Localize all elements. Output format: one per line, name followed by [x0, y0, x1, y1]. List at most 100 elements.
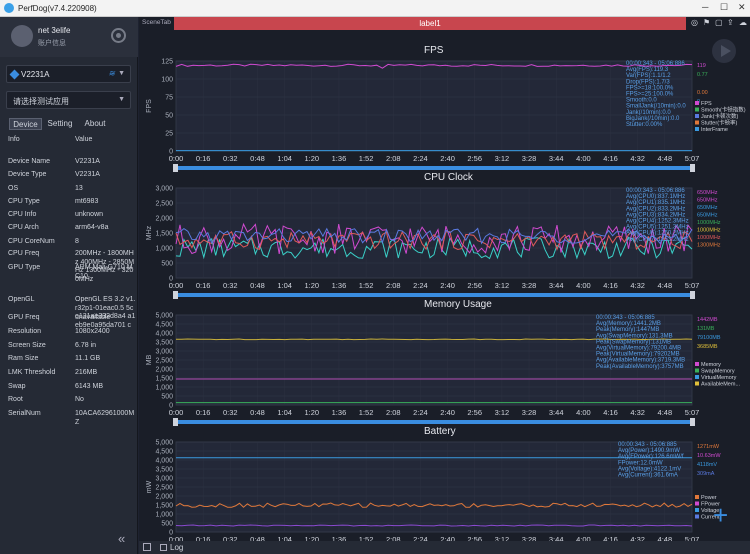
play-button[interactable] — [712, 39, 736, 63]
charts-area: FPS0255075100125FPS0:00 0:16 0:32 0:48 1:04 1… — [146, 45, 746, 541]
log-label: Log — [170, 543, 184, 552]
user-panel: net 3elife 账户信息 — [0, 17, 138, 57]
x-tick-label: 2:56 — [467, 154, 482, 163]
avatar[interactable] — [11, 25, 33, 47]
legend-swatch — [695, 107, 699, 112]
legend-swatch — [695, 120, 699, 125]
tab-about[interactable]: About — [79, 118, 111, 130]
close-icon[interactable]: ✕ — [738, 2, 746, 13]
current-value: 1000MHz — [697, 228, 721, 234]
readout-line: Peak(AvailableMemory):3757MB — [596, 364, 684, 370]
chevron-down-icon: ▼ — [118, 96, 125, 103]
x-tick-label: 2:08 — [386, 408, 401, 417]
current-value: 650MHz — [697, 213, 718, 219]
x-tick-label: 1:36 — [332, 408, 347, 417]
info-key: Info — [8, 136, 20, 143]
info-key: SerialNum — [8, 410, 41, 417]
y-tick-label: 3,500 — [155, 340, 173, 347]
chevron-down-icon: ▼ — [118, 70, 125, 77]
current-value: 1000MHz — [697, 220, 721, 226]
x-tick-label: 0:48 — [250, 408, 265, 417]
label-bar[interactable]: label1 — [174, 17, 686, 30]
readout-line: Avg(Power):1490.9mW — [618, 448, 680, 454]
log-checkbox[interactable] — [160, 544, 167, 551]
x-tick-label: 0:32 — [223, 154, 238, 163]
x-tick-label: 0:00 — [169, 408, 184, 417]
x-tick-label: 2:08 — [386, 281, 401, 290]
readout-line: Avg(Current):361.6mA — [618, 473, 678, 479]
chat-icon[interactable]: ▢ — [715, 18, 723, 27]
legend-swatch — [695, 514, 699, 519]
y-axis-label: FPS — [146, 99, 153, 113]
y-tick-label: 3,000 — [155, 186, 173, 193]
info-key: CPU Freq — [8, 250, 40, 257]
x-tick-label: 1:04 — [277, 281, 292, 290]
chart-title: Battery — [424, 426, 456, 437]
info-value: arm64-v8a — [75, 224, 109, 231]
x-tick-label: 1:04 — [277, 408, 292, 417]
info-key: Resolution — [8, 328, 42, 335]
x-tick-label: 1:04 — [277, 154, 292, 163]
y-tick-label: 5,000 — [155, 440, 173, 447]
legend-label: Memory — [701, 362, 721, 368]
current-value: 79100MB — [697, 335, 721, 341]
app-select[interactable]: 请选择测试应用 ▼ — [6, 91, 131, 109]
upload-icon[interactable]: ⇪ — [727, 18, 734, 27]
readout-line: Peak(SwapMemory):131MB — [596, 339, 671, 345]
readout-line: Peak(VirtualMemory):79202MB — [596, 352, 680, 358]
info-value: ARM Mali-G710 MC10 — [75, 264, 133, 280]
minimize-icon[interactable]: ─ — [702, 2, 708, 12]
info-key: CPU Arch — [8, 224, 39, 231]
cloud-icon[interactable]: ☁ — [739, 18, 747, 27]
add-chart-button[interactable]: + — [713, 502, 728, 528]
legend-label: VirtualMemory — [701, 375, 737, 381]
info-key: Ram Size — [8, 355, 39, 362]
readout-line: Peak(Memory):1447MB — [596, 327, 659, 333]
readout-line: Avg(AvailableMemory):3719.3MB — [596, 358, 685, 364]
location-icon[interactable]: ◎ — [691, 18, 698, 27]
info-key: Device Type — [8, 171, 47, 178]
x-tick-label: 0:32 — [223, 281, 238, 290]
y-tick-label: 2,500 — [155, 201, 173, 208]
maximize-icon[interactable]: ☐ — [720, 2, 728, 13]
y-tick-label: 3,000 — [155, 349, 173, 356]
info-value: V2231A — [75, 171, 100, 178]
x-tick-label: 2:40 — [440, 154, 455, 163]
flag-icon[interactable]: ⚑ — [703, 18, 710, 27]
x-tick-label: 4:32 — [630, 408, 645, 417]
info-value: 8 — [75, 238, 79, 245]
log-toggle-icon[interactable] — [143, 543, 151, 551]
legend-label: InterFrame — [701, 127, 728, 133]
legend-label: SwapMemory — [701, 369, 735, 375]
record-button[interactable] — [111, 28, 126, 43]
collapse-sidebar-icon[interactable]: « — [118, 531, 125, 546]
chart-title: FPS — [424, 45, 444, 56]
account-info-link[interactable]: 账户信息 — [38, 38, 66, 48]
current-value: 650MHz — [697, 198, 718, 204]
x-tick-label: 3:44 — [549, 154, 564, 163]
info-key: Swap — [8, 383, 26, 390]
current-value: 0.77 — [697, 72, 708, 78]
readout-line: Avg(SwapMemory):131.3MB — [596, 333, 673, 339]
x-tick-label: 1:52 — [359, 281, 374, 290]
legend-swatch — [695, 375, 699, 379]
scene-tab[interactable]: SceneTab — [139, 17, 174, 29]
scrollbar-handle-left — [173, 291, 178, 299]
tab-device[interactable]: Device — [9, 118, 42, 130]
readout-line: Avg(CPU1):835.1MHz — [626, 200, 685, 206]
y-tick-label: 1,500 — [155, 503, 173, 510]
device-select-value: V2231A — [21, 70, 50, 79]
readout-line: Avg(CPU2):833.2MHz — [626, 206, 685, 212]
y-tick-label: 4,000 — [155, 331, 173, 338]
x-tick-label: 4:48 — [658, 154, 673, 163]
info-value: mt6983 — [75, 198, 99, 205]
x-tick-label: 3:44 — [549, 281, 564, 290]
device-select[interactable]: V2231A ≋ ▼ — [6, 65, 131, 83]
x-tick-label: 4:16 — [603, 154, 618, 163]
scrollbar-handle-right — [690, 291, 695, 299]
info-value: 11.1 GB — [75, 355, 101, 362]
y-tick-label: 500 — [161, 394, 173, 401]
legend-label: Smooth(卡顿指数) — [701, 106, 746, 114]
tab-setting[interactable]: Setting — [44, 118, 76, 130]
readout-line: 00:00:343 - 05:06:886 — [626, 61, 685, 67]
